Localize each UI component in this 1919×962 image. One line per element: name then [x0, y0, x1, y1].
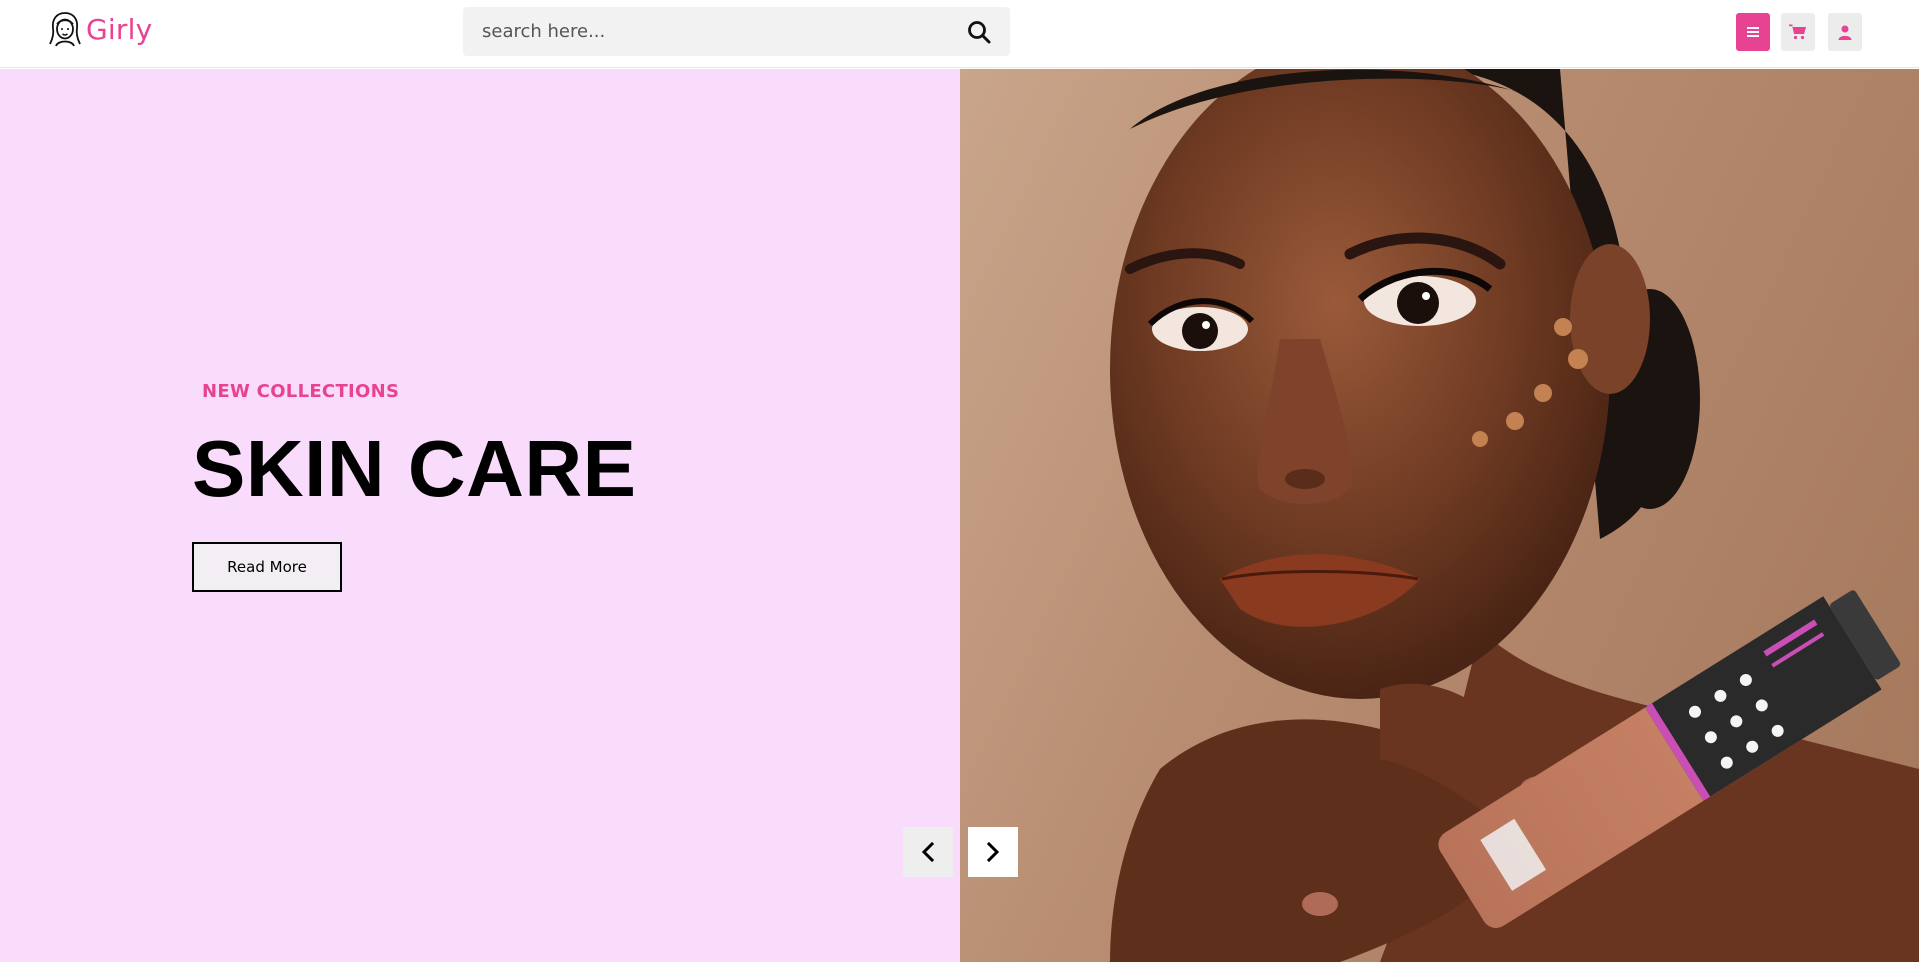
search-bar [463, 7, 1010, 56]
hero-subtitle: NEW COLLECTIONS [202, 381, 400, 402]
hero-slider: NEW COLLECTIONS SKIN CARE Read More [0, 69, 1919, 962]
slider-prev-button[interactable] [903, 827, 953, 877]
read-more-button[interactable]: Read More [192, 542, 342, 592]
menu-button[interactable] [1736, 13, 1770, 51]
shopping-cart-icon [1789, 24, 1806, 40]
slider-next-button[interactable] [968, 827, 1018, 877]
hero-text-panel: NEW COLLECTIONS SKIN CARE Read More [0, 69, 960, 962]
brand-logo[interactable]: Girly [48, 10, 152, 48]
brand-name: Girly [86, 12, 153, 46]
search-button[interactable] [966, 19, 992, 45]
chevron-left-icon [921, 841, 935, 863]
hamburger-icon [1747, 27, 1759, 37]
hero-title: SKIN CARE [192, 424, 637, 513]
account-button[interactable] [1828, 13, 1862, 51]
chevron-right-icon [986, 841, 1000, 863]
cart-button[interactable] [1781, 13, 1815, 51]
site-header: Girly [0, 0, 1919, 68]
user-icon [1838, 25, 1852, 40]
hero-image [960, 69, 1919, 962]
search-input[interactable] [463, 7, 943, 56]
girl-face-icon [49, 12, 81, 47]
search-icon [968, 21, 991, 44]
model-with-foundation-tube-photo [1110, 69, 1919, 962]
